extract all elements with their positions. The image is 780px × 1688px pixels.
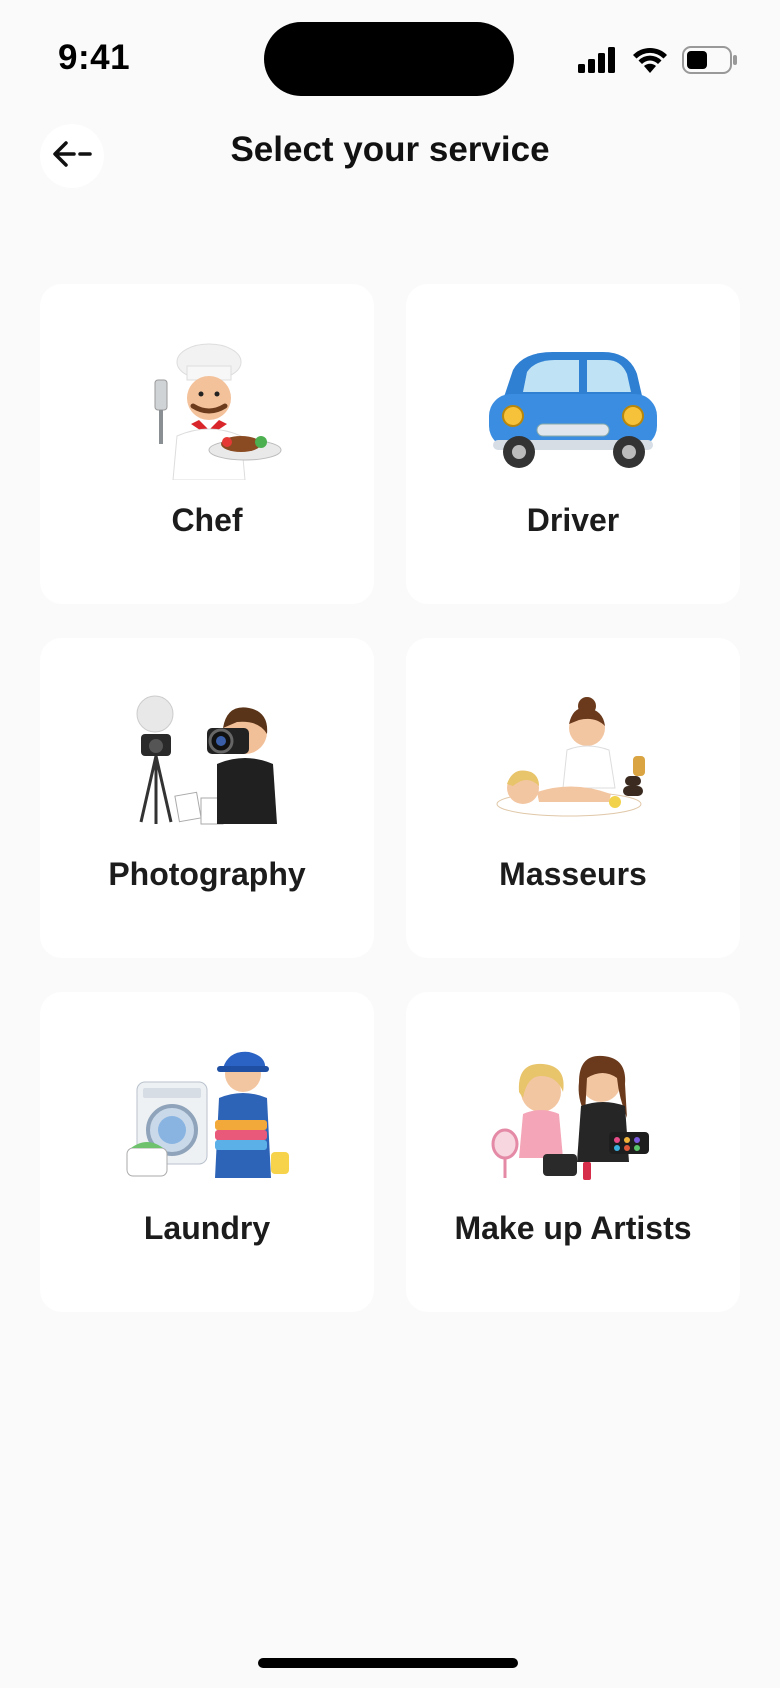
header: Select your service — [0, 120, 780, 190]
photographer-illustration — [136, 695, 277, 825]
service-label: Driver — [526, 502, 620, 538]
status-icons — [578, 40, 738, 80]
service-grid: Chef Driver Photography Masseurs Laundry… — [40, 284, 740, 1312]
status-bar: 9:41 — [0, 0, 780, 110]
dynamic-island — [264, 22, 514, 96]
chef-illustration — [154, 343, 282, 480]
service-card-masseurs[interactable]: Masseurs — [406, 638, 740, 958]
service-card-driver[interactable]: Driver — [406, 284, 740, 604]
service-label: Chef — [171, 502, 243, 538]
wifi-icon — [632, 47, 668, 73]
service-label: Masseurs — [499, 856, 647, 892]
status-time: 9:41 — [58, 38, 131, 77]
battery-icon — [682, 46, 738, 74]
cellular-signal-icon — [578, 47, 618, 73]
makeup-artist-illustration — [491, 1055, 649, 1180]
massage-illustration — [496, 697, 645, 817]
service-label: Laundry — [143, 1210, 271, 1246]
service-card-photography[interactable]: Photography — [40, 638, 374, 958]
service-card-makeup-artists[interactable]: Make up Artists — [406, 992, 740, 1312]
laundry-illustration — [126, 1051, 289, 1178]
service-label: Make up Artists — [454, 1210, 692, 1246]
service-card-chef[interactable]: Chef — [40, 284, 374, 604]
page-title: Select your service — [230, 130, 550, 169]
service-card-laundry[interactable]: Laundry — [40, 992, 374, 1312]
car-illustration — [489, 352, 657, 468]
home-indicator[interactable] — [258, 1658, 518, 1668]
service-label: Photography — [108, 856, 306, 892]
